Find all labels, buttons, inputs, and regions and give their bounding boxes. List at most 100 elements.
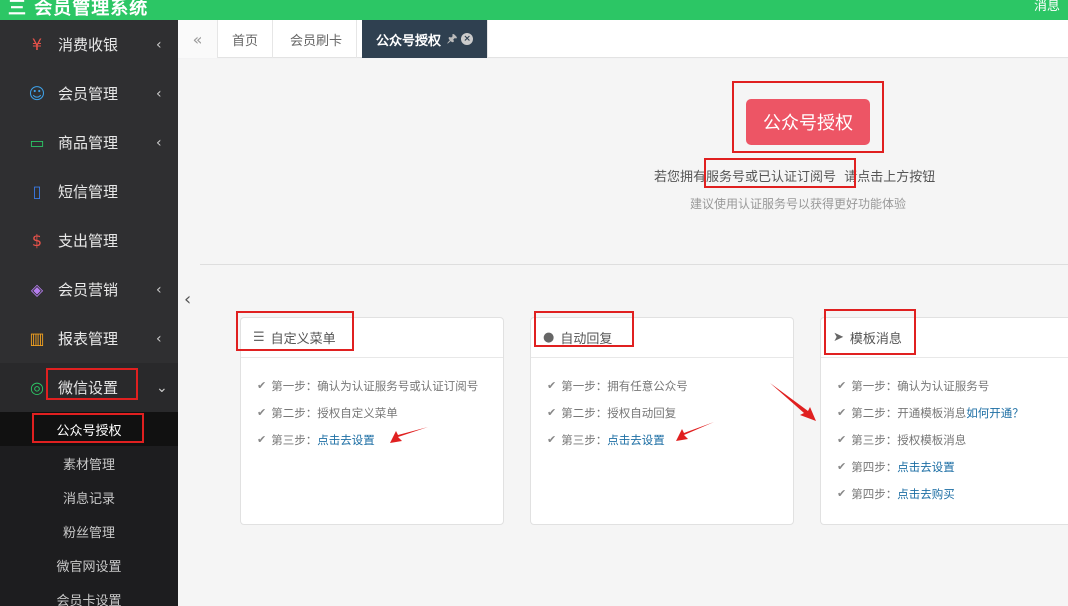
annotation-arrow (676, 422, 714, 441)
collapse-sidebar-icon[interactable]: ‹ (184, 289, 191, 310)
top-bar: 三 会员管理系统 消息 (0, 0, 1068, 20)
step-text: 第二步：授权自定义菜单 (271, 405, 398, 420)
check-icon: ✔ (837, 406, 847, 419)
wechat-icon: ◎ (30, 378, 44, 397)
annotation-box (236, 311, 354, 351)
tab-bar: « 首页 会员刷卡 公众号授权 🖈 × (178, 20, 1068, 58)
chevron-left-icon: ‹ (156, 36, 162, 53)
hint-suffix: 请点击上方按钮 (844, 170, 936, 185)
step-link[interactable]: 点击去购买 (897, 486, 955, 502)
sidebar-item-label: 会员营销 (58, 281, 119, 299)
chevron-left-icon: ‹ (156, 134, 162, 151)
step-link[interactable]: 如何开通？ (966, 405, 1024, 421)
step-row: ✔ 第三步： 点击去设置 (241, 426, 503, 453)
user-icon: ☺ (28, 84, 46, 103)
annotation-box (824, 309, 916, 355)
chevron-down-icon: ⌄ (156, 379, 168, 396)
check-icon: ✔ (547, 433, 557, 446)
annotation-box (32, 413, 144, 443)
step-text: 第三步： (271, 432, 318, 447)
submenu-item[interactable]: 消息记录 (0, 480, 178, 514)
step-row: ✔ 第一步：确认为认证服务号或认证订阅号 (241, 372, 503, 399)
auth-recommendation: 建议使用认证服务号以获得更好功能体验 (690, 197, 907, 211)
main-content: ‹ 公众号授权 若您拥有服务号或已认证订阅号 请点击上方按钮 建议使用认证服务号… (178, 59, 1068, 606)
sidebar-item[interactable]: ▥ 报表管理 ‹ (0, 314, 178, 363)
check-icon: ✔ (257, 406, 267, 419)
sidebar-item[interactable]: $ 支出管理 (0, 216, 178, 265)
step-row: ✔ 第三步：授权模板消息 (821, 426, 1068, 453)
annotation-box (704, 158, 856, 188)
tab-home[interactable]: 首页 (218, 20, 274, 58)
receipt-icon: ¥ (31, 35, 43, 54)
sidebar: ¥ 消费收银 ‹ ☺ 会员管理 ‹ ▭ 商品管理 ‹ ▯ 短信管理 $ 支出管理 ◈ 会员营销 ‹ ▥ 报表管理 ‹… (0, 20, 178, 606)
step-link[interactable]: 点击去设置 (897, 459, 955, 475)
annotation-box (46, 368, 138, 400)
annotation-box (732, 81, 884, 153)
step-text: 第一步：确认为认证服务号或认证订阅号 (271, 378, 479, 393)
step-row: ✔ 第二步：授权自定义菜单 (241, 399, 503, 426)
annotation-arrow (390, 427, 428, 443)
step-text: 第四步： (851, 459, 898, 474)
app-logo: 三 会员管理系统 (8, 0, 149, 19)
sidebar-item-label: 消费收银 (58, 36, 119, 54)
step-text: 第三步： (561, 432, 608, 447)
submenu-item[interactable]: 微官网设置 (0, 548, 178, 582)
hint-prefix: 若您拥有 (654, 170, 707, 185)
check-icon: ✔ (837, 460, 847, 473)
sidebar-item-label: 支出管理 (58, 232, 119, 250)
pin-icon[interactable]: 🖈 (447, 30, 457, 49)
annotation-box (534, 311, 634, 347)
step-text: 第一步：拥有任意公众号 (561, 378, 688, 393)
check-icon: ✔ (837, 379, 847, 392)
sidebar-item[interactable]: ☺ 会员管理 ‹ (0, 69, 178, 118)
sidebar-item-label: 报表管理 (58, 330, 119, 348)
chevron-left-icon: ‹ (156, 281, 162, 298)
check-icon: ✔ (257, 433, 267, 446)
submenu-item[interactable]: 粉丝管理 (0, 514, 178, 548)
sidebar-item-label: 会员管理 (58, 85, 119, 103)
sidebar-item[interactable]: ¥ 消费收银 ‹ (0, 20, 178, 69)
step-row: ✔ 第一步：拥有任意公众号 (531, 372, 793, 399)
step-row: ✔ 第二步：开通模板消息 如何开通？ (821, 399, 1068, 426)
step-text: 第三步：授权模板消息 (851, 432, 967, 447)
submenu-item[interactable]: 素材管理 (0, 446, 178, 480)
gift-icon: ◈ (30, 280, 44, 299)
step-text: 第四步： (851, 486, 898, 501)
tab-label: 会员刷卡 (290, 33, 343, 49)
sidebar-item[interactable]: ◈ 会员营销 ‹ (0, 265, 178, 314)
submenu-item[interactable]: 会员卡设置 (0, 582, 178, 606)
step-row: ✔ 第四步： 点击去设置 (821, 453, 1068, 480)
step-row: ✔ 第一步：确认为认证服务号 (821, 372, 1068, 399)
check-icon: ✔ (547, 379, 557, 392)
check-icon: ✔ (837, 487, 847, 500)
tab-member-card[interactable]: 会员刷卡 (276, 20, 358, 58)
step-text: 第二步：授权自动回复 (561, 405, 677, 420)
inbox-icon: ▭ (29, 133, 45, 152)
sidebar-item[interactable]: ▯ 短信管理 (0, 167, 178, 216)
step-text: 第一步：确认为认证服务号 (851, 378, 990, 393)
chevron-left-icon: ‹ (156, 85, 162, 102)
sidebar-item-label: 商品管理 (58, 134, 119, 152)
divider (200, 264, 1068, 265)
close-tab-icon[interactable]: × (461, 33, 474, 45)
check-icon: ✔ (257, 379, 267, 392)
step-link[interactable]: 点击去设置 (317, 432, 375, 448)
check-icon: ✔ (547, 406, 557, 419)
sidebar-item-label: 短信管理 (58, 183, 119, 201)
coin-icon: $ (31, 231, 43, 250)
tabs-scroll-left-button[interactable]: « (178, 20, 218, 58)
chart-icon: ▥ (29, 329, 45, 348)
step-row: ✔ 第三步： 点击去设置 (531, 426, 793, 453)
sidebar-item[interactable]: ▭ 商品管理 ‹ (0, 118, 178, 167)
check-icon: ✔ (837, 433, 847, 446)
tab-official-account-auth[interactable]: 公众号授权 🖈 × (362, 20, 489, 58)
annotation-arrow (770, 383, 816, 421)
messages-link[interactable]: 消息 (1034, 0, 1060, 14)
tab-label: 首页 (232, 33, 259, 49)
step-text: 第二步：开通模板消息 (851, 405, 967, 420)
step-row: ✔ 第二步：授权自动回复 (531, 399, 793, 426)
tab-label: 公众号授权 (376, 33, 442, 49)
feature-card: ● 自动回复 ✔ 第一步：拥有任意公众号 ✔ 第二步：授权自动回复 ✔ 第三步： 点击去设置 (530, 317, 794, 525)
chevron-left-icon: ‹ (156, 330, 162, 347)
step-link[interactable]: 点击去设置 (607, 432, 665, 448)
